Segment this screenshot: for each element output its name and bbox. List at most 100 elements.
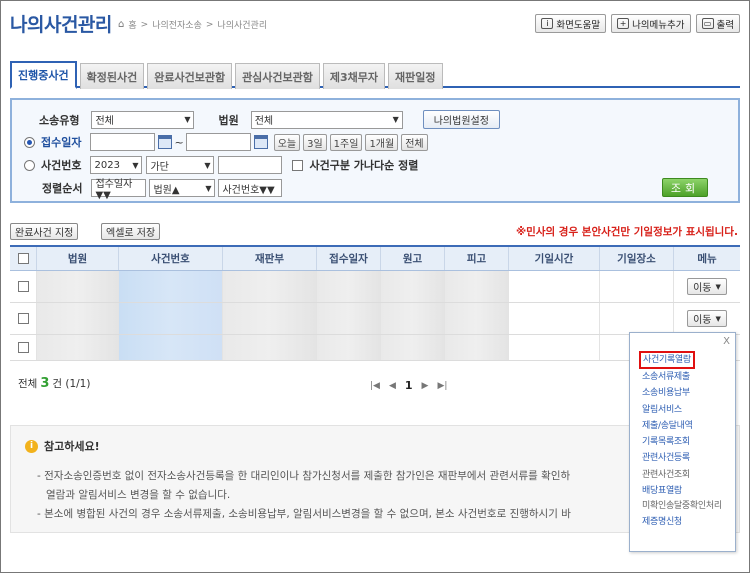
menu-item-submit-documents[interactable]: 소송서류제출 bbox=[642, 369, 722, 385]
calendar-icon[interactable] bbox=[253, 135, 268, 149]
total-prefix: 전체 bbox=[18, 378, 38, 390]
row-checkbox-cell bbox=[10, 271, 37, 302]
order-date-value: 접수일자▼▼ bbox=[95, 179, 133, 201]
add-menu-label: 나의메뉴추가 bbox=[632, 19, 685, 31]
cell-hearing-time bbox=[509, 335, 600, 360]
move-label: 이동 bbox=[693, 283, 712, 294]
breadcrumb-item[interactable]: 나의전자소송 bbox=[152, 18, 202, 31]
cell-court bbox=[37, 303, 119, 334]
first-page-icon[interactable]: |◀ bbox=[370, 381, 380, 391]
cell-case-number[interactable] bbox=[119, 303, 223, 334]
breadcrumb: ⌂ 홈 > 나의전자소송 > 나의사건관리 bbox=[118, 18, 267, 31]
radio-case-number[interactable] bbox=[24, 159, 35, 171]
my-court-button[interactable]: 나의법원설정 bbox=[422, 110, 500, 129]
cell-plaintiff bbox=[381, 335, 445, 360]
calendar-icon[interactable] bbox=[158, 135, 173, 149]
breadcrumb-item[interactable]: 홈 bbox=[128, 18, 136, 31]
prev-page-icon[interactable]: ◀ bbox=[389, 381, 396, 391]
tab-confirmed[interactable]: 확정된사건 bbox=[79, 63, 145, 89]
row-move-button[interactable]: 이동 ▼ bbox=[687, 278, 727, 295]
help-button[interactable]: i 화면도움말 bbox=[535, 14, 607, 33]
cell-division bbox=[223, 335, 317, 360]
add-menu-button[interactable]: + 나의메뉴추가 bbox=[611, 14, 691, 33]
redacted-cell bbox=[445, 271, 508, 302]
order-select-caseno[interactable]: 사건번호▼▼ bbox=[218, 179, 283, 197]
tab-third-debtor[interactable]: 제3채무자 bbox=[322, 63, 386, 89]
period-today-button[interactable]: 오늘 bbox=[273, 133, 301, 151]
case-type-select[interactable]: 전체 ▼ bbox=[91, 110, 195, 129]
menu-item-submission-history[interactable]: 제출/송달내역 bbox=[642, 418, 722, 434]
row-checkbox[interactable] bbox=[17, 313, 29, 324]
date-separator: ~ bbox=[174, 135, 184, 149]
sort-checkbox[interactable] bbox=[292, 159, 304, 171]
excel-save-button[interactable]: 엑셀로 저장 bbox=[101, 223, 161, 240]
tab-completed[interactable]: 완료사건보관함 bbox=[147, 63, 233, 89]
menu-item-record-list[interactable]: 기록목록조회 bbox=[642, 434, 722, 450]
row-checkbox[interactable] bbox=[17, 342, 29, 353]
period-1week-button[interactable]: 1주일 bbox=[329, 133, 363, 151]
col-plaintiff: 원고 bbox=[381, 247, 445, 270]
total-number: 3 bbox=[40, 376, 50, 391]
col-received-date: 접수일자 bbox=[317, 247, 381, 270]
radio-date[interactable] bbox=[24, 136, 35, 148]
order-select-court[interactable]: 법원▲ ▼ bbox=[149, 179, 216, 197]
col-division: 재판부 bbox=[223, 247, 317, 270]
menu-item-notification-service[interactable]: 알림서비스 bbox=[642, 402, 722, 418]
menu-item-case-record-view[interactable]: 사건기록열람 bbox=[639, 351, 695, 369]
col-case-number: 사건번호 bbox=[119, 247, 223, 270]
notice-line: - 전자소송인증번호 없이 전자소송사건등록을 한 대리인이나 참가신청서를 제… bbox=[37, 470, 571, 482]
court-select[interactable]: 전체 ▼ bbox=[250, 110, 403, 129]
period-all-button[interactable]: 전체 bbox=[401, 133, 428, 151]
print-button[interactable]: ▭ 출력 bbox=[695, 14, 740, 33]
date-from-input[interactable] bbox=[90, 133, 156, 151]
redacted-cell bbox=[381, 335, 444, 360]
last-page-icon[interactable]: ▶| bbox=[437, 381, 447, 391]
current-page[interactable]: 1 bbox=[405, 379, 413, 392]
case-number-input[interactable] bbox=[218, 156, 283, 174]
cell-received-date bbox=[317, 271, 381, 302]
row-move-button[interactable]: 이동 ▼ bbox=[687, 310, 727, 327]
redacted-cell bbox=[445, 303, 508, 334]
year-select[interactable]: 2023 ▼ bbox=[90, 156, 143, 174]
redacted-cell bbox=[223, 335, 316, 360]
cell-case-number[interactable] bbox=[119, 271, 223, 302]
row-checkbox[interactable] bbox=[17, 281, 29, 292]
tab-in-progress[interactable]: 진행중사건 bbox=[10, 61, 77, 89]
cell-court bbox=[37, 271, 119, 302]
menu-item-certificate-request[interactable]: 제증명신청 bbox=[642, 514, 722, 530]
case-type-label: 소송유형 bbox=[39, 113, 80, 127]
chevron-down-icon: ▼ bbox=[205, 183, 212, 193]
notice-line: - 본소에 병합된 사건의 경우 소송서류제출, 소송비용납부, 알림서비스변경… bbox=[37, 508, 571, 520]
period-1month-button[interactable]: 1개월 bbox=[365, 133, 399, 151]
chevron-right-icon: > bbox=[205, 19, 214, 30]
cell-hearing-place bbox=[600, 303, 674, 334]
tab-interest[interactable]: 관심사건보관함 bbox=[235, 63, 320, 89]
case-number-label: 사건번호 bbox=[41, 159, 82, 172]
close-icon[interactable]: X bbox=[723, 336, 730, 347]
print-label: 출력 bbox=[716, 19, 734, 31]
select-all-checkbox[interactable] bbox=[17, 253, 29, 264]
order-court-value: 법원▲ bbox=[153, 184, 180, 196]
civil-notice: ※민사의 경우 본안사건만 기일정보가 표시됩니다. bbox=[515, 226, 738, 238]
complete-case-button[interactable]: 완료사건 지정 bbox=[10, 223, 79, 240]
cell-case-number[interactable] bbox=[119, 335, 223, 360]
home-icon[interactable]: ⌂ bbox=[118, 19, 124, 30]
cell-defendant bbox=[445, 271, 509, 302]
info-icon: i bbox=[25, 439, 38, 453]
chevron-down-icon: ▼ bbox=[204, 160, 211, 170]
order-select-date[interactable]: 접수일자▼▼ bbox=[91, 179, 147, 201]
menu-item-dividend-table[interactable]: 배당표열람 bbox=[642, 483, 722, 499]
tab-schedule[interactable]: 재판일정 bbox=[388, 63, 443, 89]
next-page-icon[interactable]: ▶ bbox=[422, 381, 429, 391]
menu-item-related-case-lookup[interactable]: 관련사건조회 bbox=[642, 467, 722, 483]
redacted-cell bbox=[223, 303, 316, 334]
menu-item-related-case-register[interactable]: 관련사건등록 bbox=[642, 450, 722, 466]
menu-item-unconfirmed-delivery[interactable]: 미확인송달중확인처리 bbox=[642, 499, 722, 514]
date-label: 접수일자 bbox=[41, 136, 82, 149]
menu-item-pay-fees[interactable]: 소송비용납부 bbox=[642, 385, 722, 401]
search-button[interactable]: 조회 bbox=[662, 178, 708, 197]
date-to-input[interactable] bbox=[185, 133, 251, 151]
case-gubun-select[interactable]: 가단 ▼ bbox=[146, 156, 215, 174]
order-label: 정렬순서 bbox=[42, 182, 83, 195]
period-3day-button[interactable]: 3일 bbox=[303, 133, 327, 151]
